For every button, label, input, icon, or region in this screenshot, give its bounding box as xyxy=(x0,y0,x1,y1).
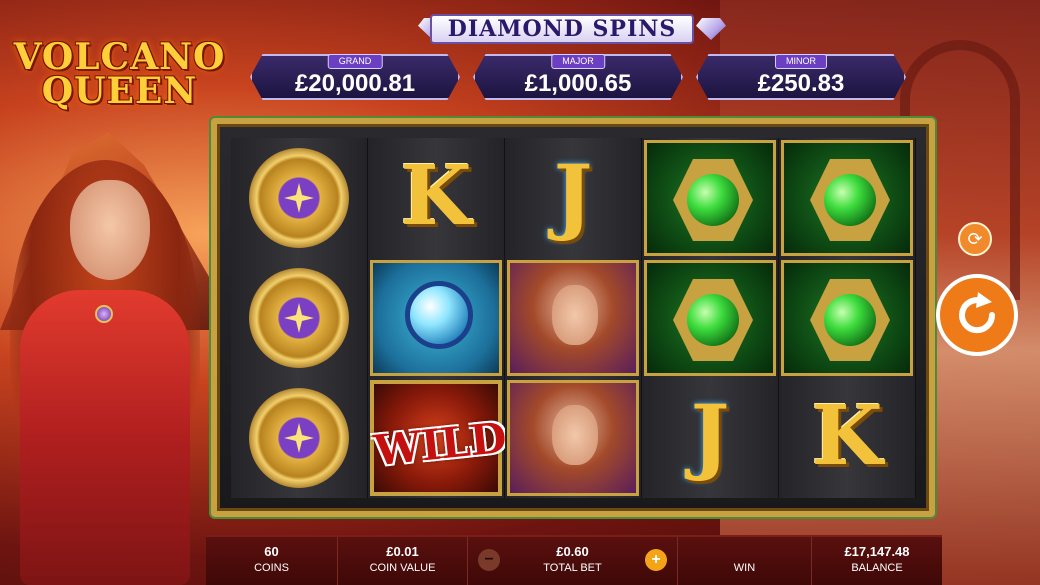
logo-line-2: QUEEN xyxy=(41,70,198,112)
coin-value-value: £0.01 xyxy=(386,544,419,559)
queen-symbol-icon xyxy=(507,260,639,376)
symbol-k: K xyxy=(811,388,883,484)
reel-cell: J xyxy=(505,138,642,258)
coin-value-label: COIN VALUE xyxy=(369,562,436,574)
win-display: WIN xyxy=(678,537,812,585)
wild-symbol: WILD xyxy=(370,380,509,496)
game-logo: VOLCANO QUEEN xyxy=(12,36,227,112)
balance-value: £17,147.48 xyxy=(844,544,910,559)
queen-face xyxy=(70,180,150,280)
reel-cell xyxy=(642,258,779,378)
orb-icon xyxy=(824,294,876,346)
queen-dress xyxy=(20,290,190,585)
star-icon xyxy=(284,423,314,453)
coins-display[interactable]: 60 COINS xyxy=(206,537,338,585)
compass-symbol-icon xyxy=(249,268,349,368)
green-orb-symbol-icon xyxy=(781,140,913,256)
win-value xyxy=(678,545,811,559)
green-orb-symbol-icon xyxy=(781,260,913,376)
jackpot-label: MINOR xyxy=(775,54,827,69)
orb-icon xyxy=(687,174,739,226)
jackpot-major: MAJOR £1,000.65 xyxy=(473,54,683,100)
jackpot-title: DIAMOND SPINS xyxy=(430,14,694,44)
green-orb-symbol-icon xyxy=(644,140,776,256)
reel-cell xyxy=(779,138,916,258)
coins-label: COINS xyxy=(254,562,289,574)
symbol-j: J xyxy=(553,148,593,244)
reel-grid: K J WILD J K xyxy=(231,138,916,500)
compass-symbol-icon xyxy=(249,148,349,248)
coin-value-display[interactable]: £0.01 COIN VALUE xyxy=(338,537,468,585)
reel-cell xyxy=(505,378,642,498)
wild-label: WILD xyxy=(371,412,509,476)
queen-face-icon xyxy=(552,285,598,345)
reel-cell: K xyxy=(368,138,505,258)
orb-icon xyxy=(687,294,739,346)
spin-button[interactable] xyxy=(936,274,1018,356)
jackpot-label: GRAND xyxy=(327,54,383,69)
reel-cell xyxy=(231,378,368,498)
reel-cell: J xyxy=(642,378,779,498)
increase-bet-button[interactable]: + xyxy=(645,549,667,571)
jackpot-value: £250.83 xyxy=(757,70,845,97)
spin-arrow-icon xyxy=(959,292,996,334)
queen-gem-icon xyxy=(95,305,113,323)
bottom-bar: 60 COINS £0.01 COIN VALUE − £0.60 TOTAL … xyxy=(206,535,942,585)
reel-cell: K xyxy=(779,378,916,498)
star-icon xyxy=(284,303,314,333)
queen-face-icon xyxy=(552,405,598,465)
balance-display: £17,147.48 BALANCE xyxy=(812,537,942,585)
reel-cell xyxy=(779,258,916,378)
reel-cell: WILD xyxy=(368,378,509,498)
jackpot-minor: MINOR £250.83 xyxy=(696,54,906,100)
autoplay-icon: ⟳ xyxy=(967,229,983,249)
reel-cell xyxy=(642,138,779,258)
reel-cell xyxy=(505,258,642,378)
autoplay-button[interactable]: ⟳ xyxy=(958,222,992,256)
reel-cell xyxy=(231,258,368,378)
jackpot-label: MAJOR xyxy=(551,54,605,69)
symbol-j: J xyxy=(690,388,730,484)
orb-icon xyxy=(824,174,876,226)
balance-label: BALANCE xyxy=(851,562,903,574)
reel-cell xyxy=(231,138,368,258)
jackpot-value: £1,000.65 xyxy=(524,70,632,97)
jackpot-value: £20,000.81 xyxy=(294,70,416,97)
compass-symbol-icon xyxy=(249,388,349,488)
win-label: WIN xyxy=(733,562,756,574)
blue-orb-symbol-icon xyxy=(370,260,502,376)
decrease-bet-button[interactable]: − xyxy=(478,549,500,571)
symbol-k: K xyxy=(400,148,472,244)
reel-cell xyxy=(368,258,505,378)
total-bet-display: − £0.60 TOTAL BET + xyxy=(468,537,678,585)
coins-value: 60 xyxy=(264,544,279,559)
green-orb-symbol-icon xyxy=(644,260,776,376)
orb-icon xyxy=(405,281,473,349)
logo-line-1: VOLCANO xyxy=(13,36,226,78)
star-icon xyxy=(284,183,314,213)
queen-symbol-icon xyxy=(507,380,639,496)
jackpot-grand: GRAND £20,000.81 xyxy=(250,54,460,100)
queen-character xyxy=(0,140,230,585)
